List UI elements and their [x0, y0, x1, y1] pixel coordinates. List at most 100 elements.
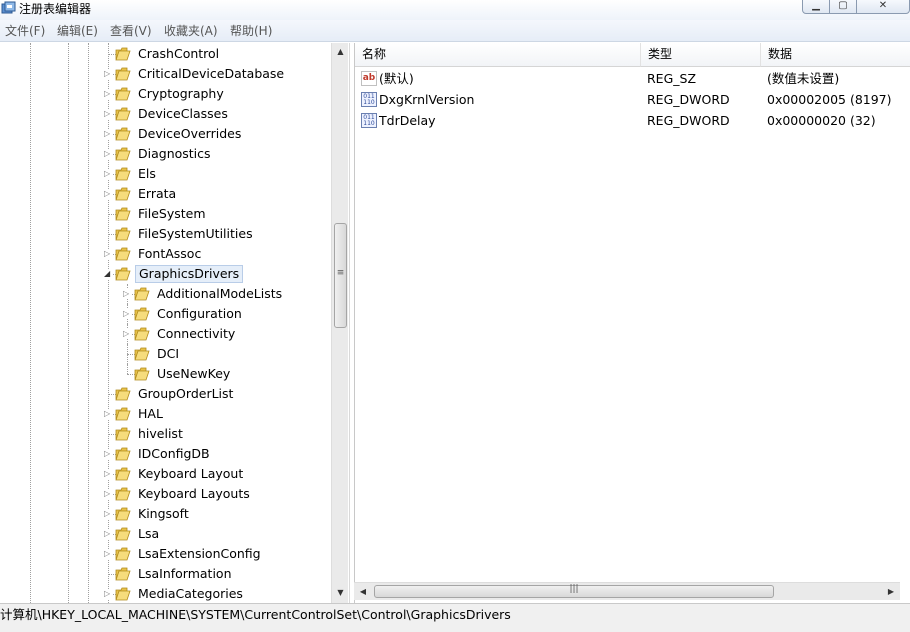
expand-arrow-icon[interactable]: ▷	[104, 129, 112, 139]
tree-item[interactable]: ▷ Diagnostics	[0, 144, 332, 164]
tree-item[interactable]: CrashControl	[0, 44, 332, 64]
tree-item-label: LsaInformation	[138, 566, 232, 581]
folder-icon	[134, 327, 150, 341]
folder-icon	[115, 527, 131, 541]
tree-item[interactable]: GroupOrderList	[0, 384, 332, 404]
scroll-left-arrow-icon[interactable]: ◀	[354, 583, 372, 601]
menu-favorites[interactable]: 收藏夹(A)	[164, 23, 218, 39]
value-row[interactable]: 011 110 DxgKrnlVersion REG_DWORD 0x00002005 …	[355, 89, 910, 110]
value-row[interactable]: ab (默认) REG_SZ (数值未设置)	[355, 68, 910, 89]
tree-item[interactable]: hivelist	[0, 424, 332, 444]
tree-scroll-thumb[interactable]: ≡	[334, 223, 347, 328]
menu-help[interactable]: 帮助(H)	[230, 23, 272, 39]
title-bar: 注册表编辑器 ▁ ▢ ✕	[0, 0, 910, 20]
tree-item-label: Connectivity	[157, 326, 236, 341]
tree-item[interactable]: ▷ HAL	[0, 404, 332, 424]
value-type: REG_DWORD	[647, 92, 730, 107]
list-horizontal-scrollbar[interactable]: ◀ ||| ▶	[354, 582, 900, 600]
expand-arrow-icon[interactable]: ▷	[123, 289, 131, 299]
scroll-right-arrow-icon[interactable]: ▶	[882, 583, 900, 601]
tree-item-label: GraphicsDrivers	[135, 265, 244, 283]
expand-arrow-icon[interactable]: ▷	[104, 109, 112, 119]
tree-item[interactable]: ▷ AdditionalModeLists	[0, 284, 332, 304]
registry-key-tree[interactable]: CrashControl ▷ CriticalDeviceDatabase ▷ Cryp…	[0, 43, 350, 603]
tree-item[interactable]: ▷ Kingsoft	[0, 504, 332, 524]
tree-item[interactable]: ▷ Keyboard Layout	[0, 464, 332, 484]
tree-vertical-scrollbar[interactable]: ▲ ≡ ▼	[331, 43, 348, 603]
expand-arrow-icon[interactable]: ▷	[104, 149, 112, 159]
tree-item[interactable]: ▷ Connectivity	[0, 324, 332, 344]
registry-path: 计算机\HKEY_LOCAL_MACHINE\SYSTEM\CurrentCon…	[0, 607, 511, 622]
expand-arrow-icon[interactable]: ▷	[104, 549, 112, 559]
tree-item[interactable]: ▷ DeviceOverrides	[0, 124, 332, 144]
tree-item-label: DeviceClasses	[138, 106, 228, 121]
tree-item[interactable]: ▷ Configuration	[0, 304, 332, 324]
tree-item-label: Lsa	[138, 526, 160, 541]
folder-icon	[115, 107, 131, 121]
tree-item[interactable]: UseNewKey	[0, 364, 332, 384]
tree-item[interactable]: ▷ IDConfigDB	[0, 444, 332, 464]
scroll-down-arrow-icon[interactable]: ▼	[332, 584, 349, 601]
tree-item[interactable]: DCI	[0, 344, 332, 364]
expand-arrow-icon[interactable]: ▷	[104, 169, 112, 179]
tree-item-label: FontAssoc	[138, 246, 202, 261]
tree-item[interactable]: ▷ Errata	[0, 184, 332, 204]
menu-view[interactable]: 查看(V)	[110, 23, 152, 39]
expand-arrow-icon[interactable]: ▷	[104, 69, 112, 79]
tree-item[interactable]: ▷ Lsa	[0, 524, 332, 544]
menu-bar: 文件(F) 编辑(E) 查看(V) 收藏夹(A) 帮助(H)	[0, 20, 910, 42]
collapse-arrow-icon[interactable]: ◢	[104, 269, 112, 279]
expand-arrow-icon[interactable]: ▷	[104, 469, 112, 479]
tree-item-label: hivelist	[138, 426, 183, 441]
expand-arrow-icon[interactable]: ▷	[104, 589, 112, 599]
tree-item[interactable]: ▷ Keyboard Layouts	[0, 484, 332, 504]
close-button[interactable]: ✕	[856, 0, 910, 14]
folder-icon	[115, 47, 131, 61]
tree-item[interactable]: ▷ DeviceClasses	[0, 104, 332, 124]
tree-item[interactable]: LsaInformation	[0, 564, 332, 584]
expand-arrow-icon[interactable]: ▷	[104, 189, 112, 199]
expand-arrow-icon[interactable]: ▷	[104, 249, 112, 259]
expand-arrow-icon[interactable]: ▷	[104, 409, 112, 419]
tree-item[interactable]: ▷ MediaCategories	[0, 584, 332, 603]
tree-item[interactable]: ▷ FontAssoc	[0, 244, 332, 264]
column-header-data[interactable]: 数据	[761, 43, 910, 67]
value-row[interactable]: 011 110 TdrDelay REG_DWORD 0x00000020 (32)	[355, 110, 910, 131]
tree-item[interactable]: ▷ CriticalDeviceDatabase	[0, 64, 332, 84]
expand-arrow-icon[interactable]: ▷	[123, 329, 131, 339]
folder-icon	[115, 407, 131, 421]
expand-arrow-icon[interactable]: ▷	[104, 449, 112, 459]
menu-file[interactable]: 文件(F)	[5, 23, 45, 39]
binary-value-icon: 011 110	[361, 92, 377, 107]
column-header-type[interactable]: 类型	[641, 43, 761, 67]
list-scroll-thumb[interactable]: |||	[374, 584, 774, 598]
tree-item-label: DCI	[157, 346, 180, 361]
expand-arrow-icon[interactable]: ▷	[123, 309, 131, 319]
expand-arrow-icon[interactable]: ▷	[104, 489, 112, 499]
expand-arrow-icon[interactable]: ▷	[104, 89, 112, 99]
tree-item-label: CriticalDeviceDatabase	[138, 66, 285, 81]
column-header-name[interactable]: 名称	[355, 43, 641, 67]
maximize-button[interactable]: ▢	[829, 0, 857, 14]
tree-item[interactable]: ▷ Cryptography	[0, 84, 332, 104]
tree-item[interactable]: FileSystem	[0, 204, 332, 224]
folder-icon	[134, 347, 150, 361]
scroll-up-arrow-icon[interactable]: ▲	[332, 43, 349, 60]
expand-arrow-icon[interactable]: ▷	[104, 509, 112, 519]
tree-item[interactable]: FileSystemUtilities	[0, 224, 332, 244]
expand-arrow-icon[interactable]: ▷	[104, 529, 112, 539]
tree-item-label: Configuration	[157, 306, 242, 321]
folder-icon	[134, 367, 150, 381]
folder-icon	[115, 267, 131, 281]
tree-item-label: LsaExtensionConfig	[138, 546, 261, 561]
menu-edit[interactable]: 编辑(E)	[57, 23, 98, 39]
value-name: TdrDelay	[379, 113, 436, 128]
grip-icon: ≡	[336, 268, 345, 278]
tree-item[interactable]: ▷ Els	[0, 164, 332, 184]
registry-editor-app-icon	[1, 1, 16, 14]
minimize-button[interactable]: ▁	[802, 0, 830, 14]
registry-values-list: 名称 类型 数据 ab (默认) REG_SZ (数值未设置) 011 110 DxgKrn…	[354, 43, 910, 603]
tree-item[interactable]: ▷ LsaExtensionConfig	[0, 544, 332, 564]
tree-item[interactable]: ◢ GraphicsDrivers	[0, 264, 332, 284]
value-name: (默认)	[379, 71, 414, 86]
